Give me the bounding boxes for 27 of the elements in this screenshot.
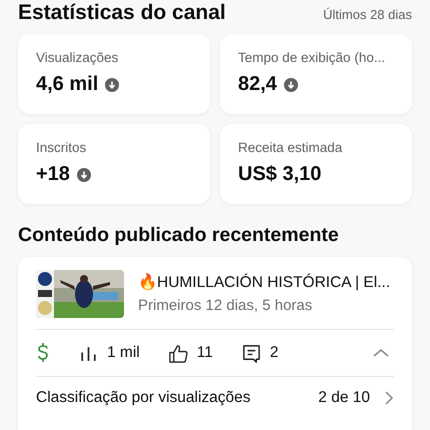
video-subtitle: Primeiros 12 dias, 5 horas: [138, 297, 314, 314]
stat-value: 82,4: [238, 73, 277, 96]
stat-label: Inscritos: [36, 140, 88, 155]
stat-card[interactable]: Tempo de exibição (ho... 82,4: [220, 34, 412, 114]
stat-value: 4,6 mil: [36, 73, 98, 96]
period-label: Últimos 28 dias: [323, 7, 412, 22]
comments-count: 2: [270, 344, 278, 362]
comment-icon: [240, 342, 262, 364]
video-title[interactable]: 🔥HUMILLACIÓN HISTÓRICA | El...: [138, 273, 390, 292]
stat-value: +18: [36, 163, 70, 186]
ranking-label: Classificação por visualizações: [36, 389, 252, 407]
ranking-value: 2 de 10: [318, 389, 370, 407]
likes-count: 11: [196, 344, 213, 362]
stat-label: Receita estimada: [238, 140, 344, 155]
stat-card[interactable]: Visualizações 4,6 mil: [18, 34, 210, 114]
thumbs-up-icon: [168, 342, 189, 364]
section-title: Conteúdo publicado recentemente: [18, 224, 340, 247]
stat-value: US$ 3,10: [238, 163, 322, 186]
section-title: Estatísticas do canal: [18, 2, 226, 24]
chevron-right-icon: [384, 390, 394, 406]
chevron-up-icon[interactable]: [372, 347, 390, 359]
stat-card[interactable]: Receita estimada US$ 3,10: [220, 124, 412, 204]
stat-label: Tempo de exibição (ho...: [238, 50, 386, 65]
ranking-row[interactable]: Classificação por visualizações 2 de 10: [36, 377, 394, 407]
stat-label: Visualizações: [36, 50, 120, 65]
views-count: 1 mil: [107, 344, 140, 362]
stat-card[interactable]: Inscritos +18: [18, 124, 210, 204]
